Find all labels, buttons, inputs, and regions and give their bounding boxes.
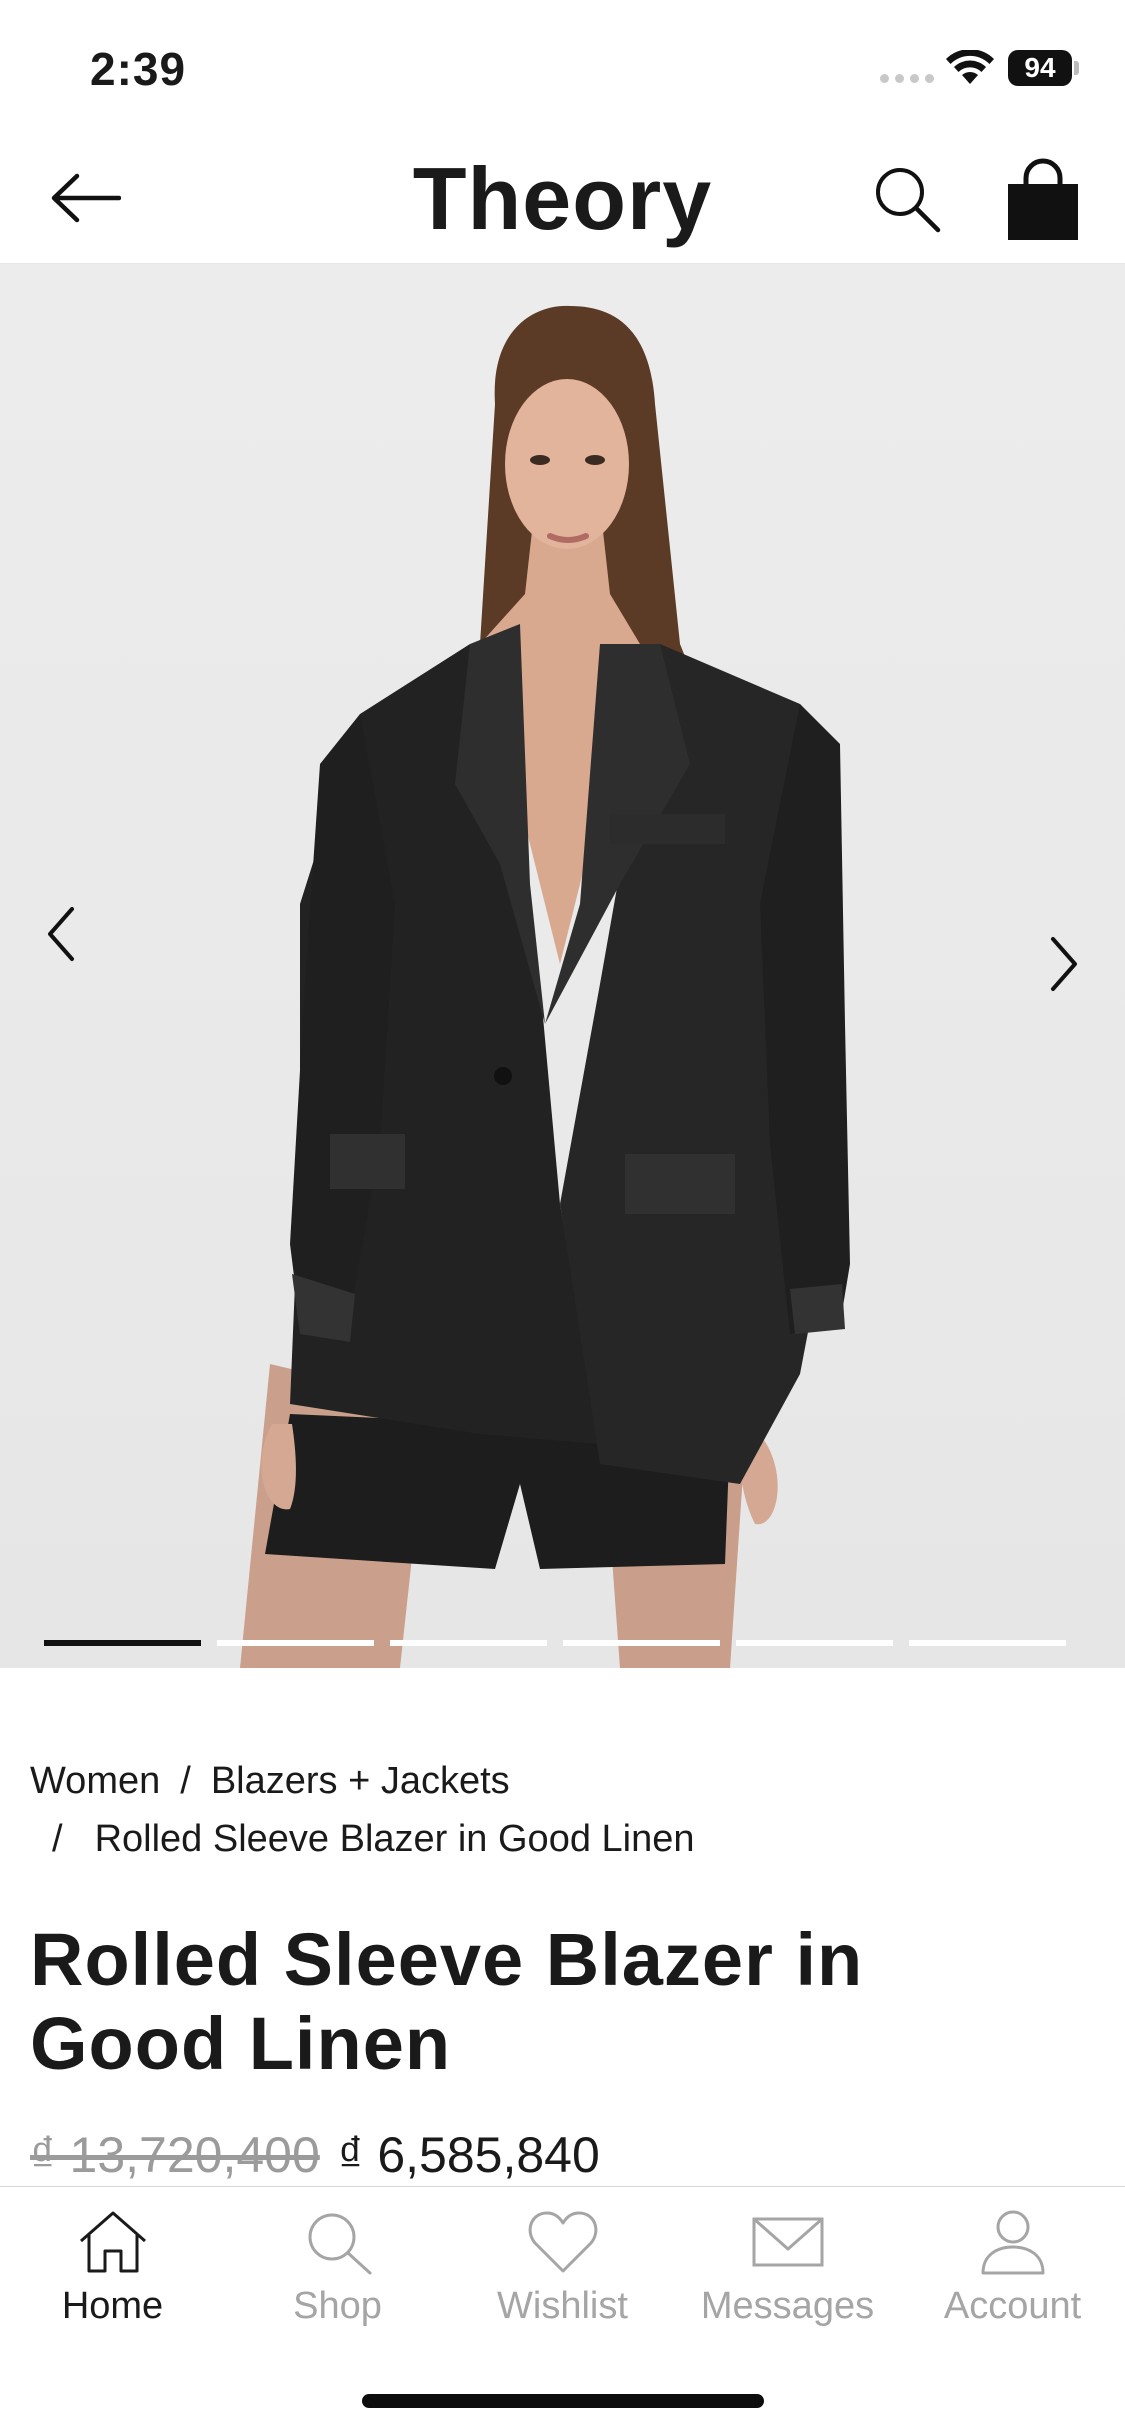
cellular-signal-icon — [880, 74, 934, 83]
breadcrumb-separator: / — [180, 1760, 191, 1802]
tab-shop[interactable]: Shop — [225, 2207, 450, 2347]
status-bar: 2:39 94 — [0, 0, 1125, 132]
person-icon — [981, 2210, 1044, 2275]
original-price: ₫ 13,720,400 — [30, 2127, 320, 2183]
previous-image-button[interactable] — [30, 884, 90, 984]
carousel-indicator-6[interactable] — [909, 1640, 1066, 1646]
breadcrumb-blazers-jackets[interactable]: Blazers + Jackets — [211, 1760, 510, 1802]
wifi-icon — [946, 50, 994, 84]
carousel-indicator-2[interactable] — [217, 1640, 374, 1646]
breadcrumb-separator: / — [52, 1818, 63, 1860]
status-time: 2:39 — [90, 43, 187, 95]
search-button[interactable] — [868, 160, 948, 240]
product-photo — [240, 305, 850, 1668]
brand-logo: Theory — [412, 149, 713, 248]
shopping-bag-icon — [1008, 158, 1078, 240]
product-title: Rolled Sleeve Blazer in Good Linen — [30, 1918, 864, 2085]
search-icon — [308, 2213, 371, 2275]
home-indicator[interactable] — [362, 2394, 764, 2408]
carousel-indicator-3[interactable] — [390, 1640, 547, 1646]
tab-messages[interactable]: Messages — [675, 2207, 900, 2347]
battery-level: 94 — [1024, 52, 1056, 83]
app-header: Theory — [0, 132, 1125, 264]
breadcrumb-women[interactable]: Women — [30, 1760, 160, 1802]
sale-price: ₫ 6,585,840 — [337, 2127, 600, 2183]
tab-wishlist[interactable]: Wishlist — [450, 2207, 675, 2347]
heart-icon — [528, 2211, 597, 2273]
carousel-pagination — [44, 1640, 1066, 1646]
home-icon — [79, 2211, 146, 2273]
tab-messages-label: Messages — [700, 2285, 875, 2327]
breadcrumb-current: Rolled Sleeve Blazer in Good Linen — [94, 1818, 695, 1860]
arrow-left-icon — [51, 173, 121, 223]
next-image-button[interactable] — [1035, 914, 1095, 1014]
carousel-indicator-1[interactable] — [44, 1640, 201, 1646]
back-button[interactable] — [40, 162, 130, 234]
tab-home-label: Home — [61, 2285, 164, 2327]
battery-icon: 94 — [1008, 50, 1072, 86]
search-icon — [876, 168, 941, 233]
chevron-left-icon — [48, 907, 74, 961]
product-image-carousel[interactable] — [0, 264, 1125, 1668]
product-price: ₫ 13,720,400 ₫ 6,585,840 — [30, 2120, 600, 2190]
breadcrumb: Women / Blazers + Jackets / Rolled Sleeve B… — [30, 1752, 1090, 1868]
tab-shop-label: Shop — [293, 2285, 382, 2327]
tab-account[interactable]: Account — [900, 2207, 1125, 2347]
chevron-right-icon — [1051, 937, 1077, 991]
tab-home[interactable]: Home — [0, 2207, 225, 2347]
tab-account-label: Account — [943, 2285, 1082, 2327]
carousel-indicator-4[interactable] — [563, 1640, 720, 1646]
envelope-icon — [752, 2217, 823, 2267]
carousel-indicator-5[interactable] — [736, 1640, 893, 1646]
shopping-bag-button[interactable] — [1000, 156, 1086, 244]
tab-wishlist-label: Wishlist — [497, 2285, 628, 2327]
battery-cap — [1074, 61, 1079, 75]
